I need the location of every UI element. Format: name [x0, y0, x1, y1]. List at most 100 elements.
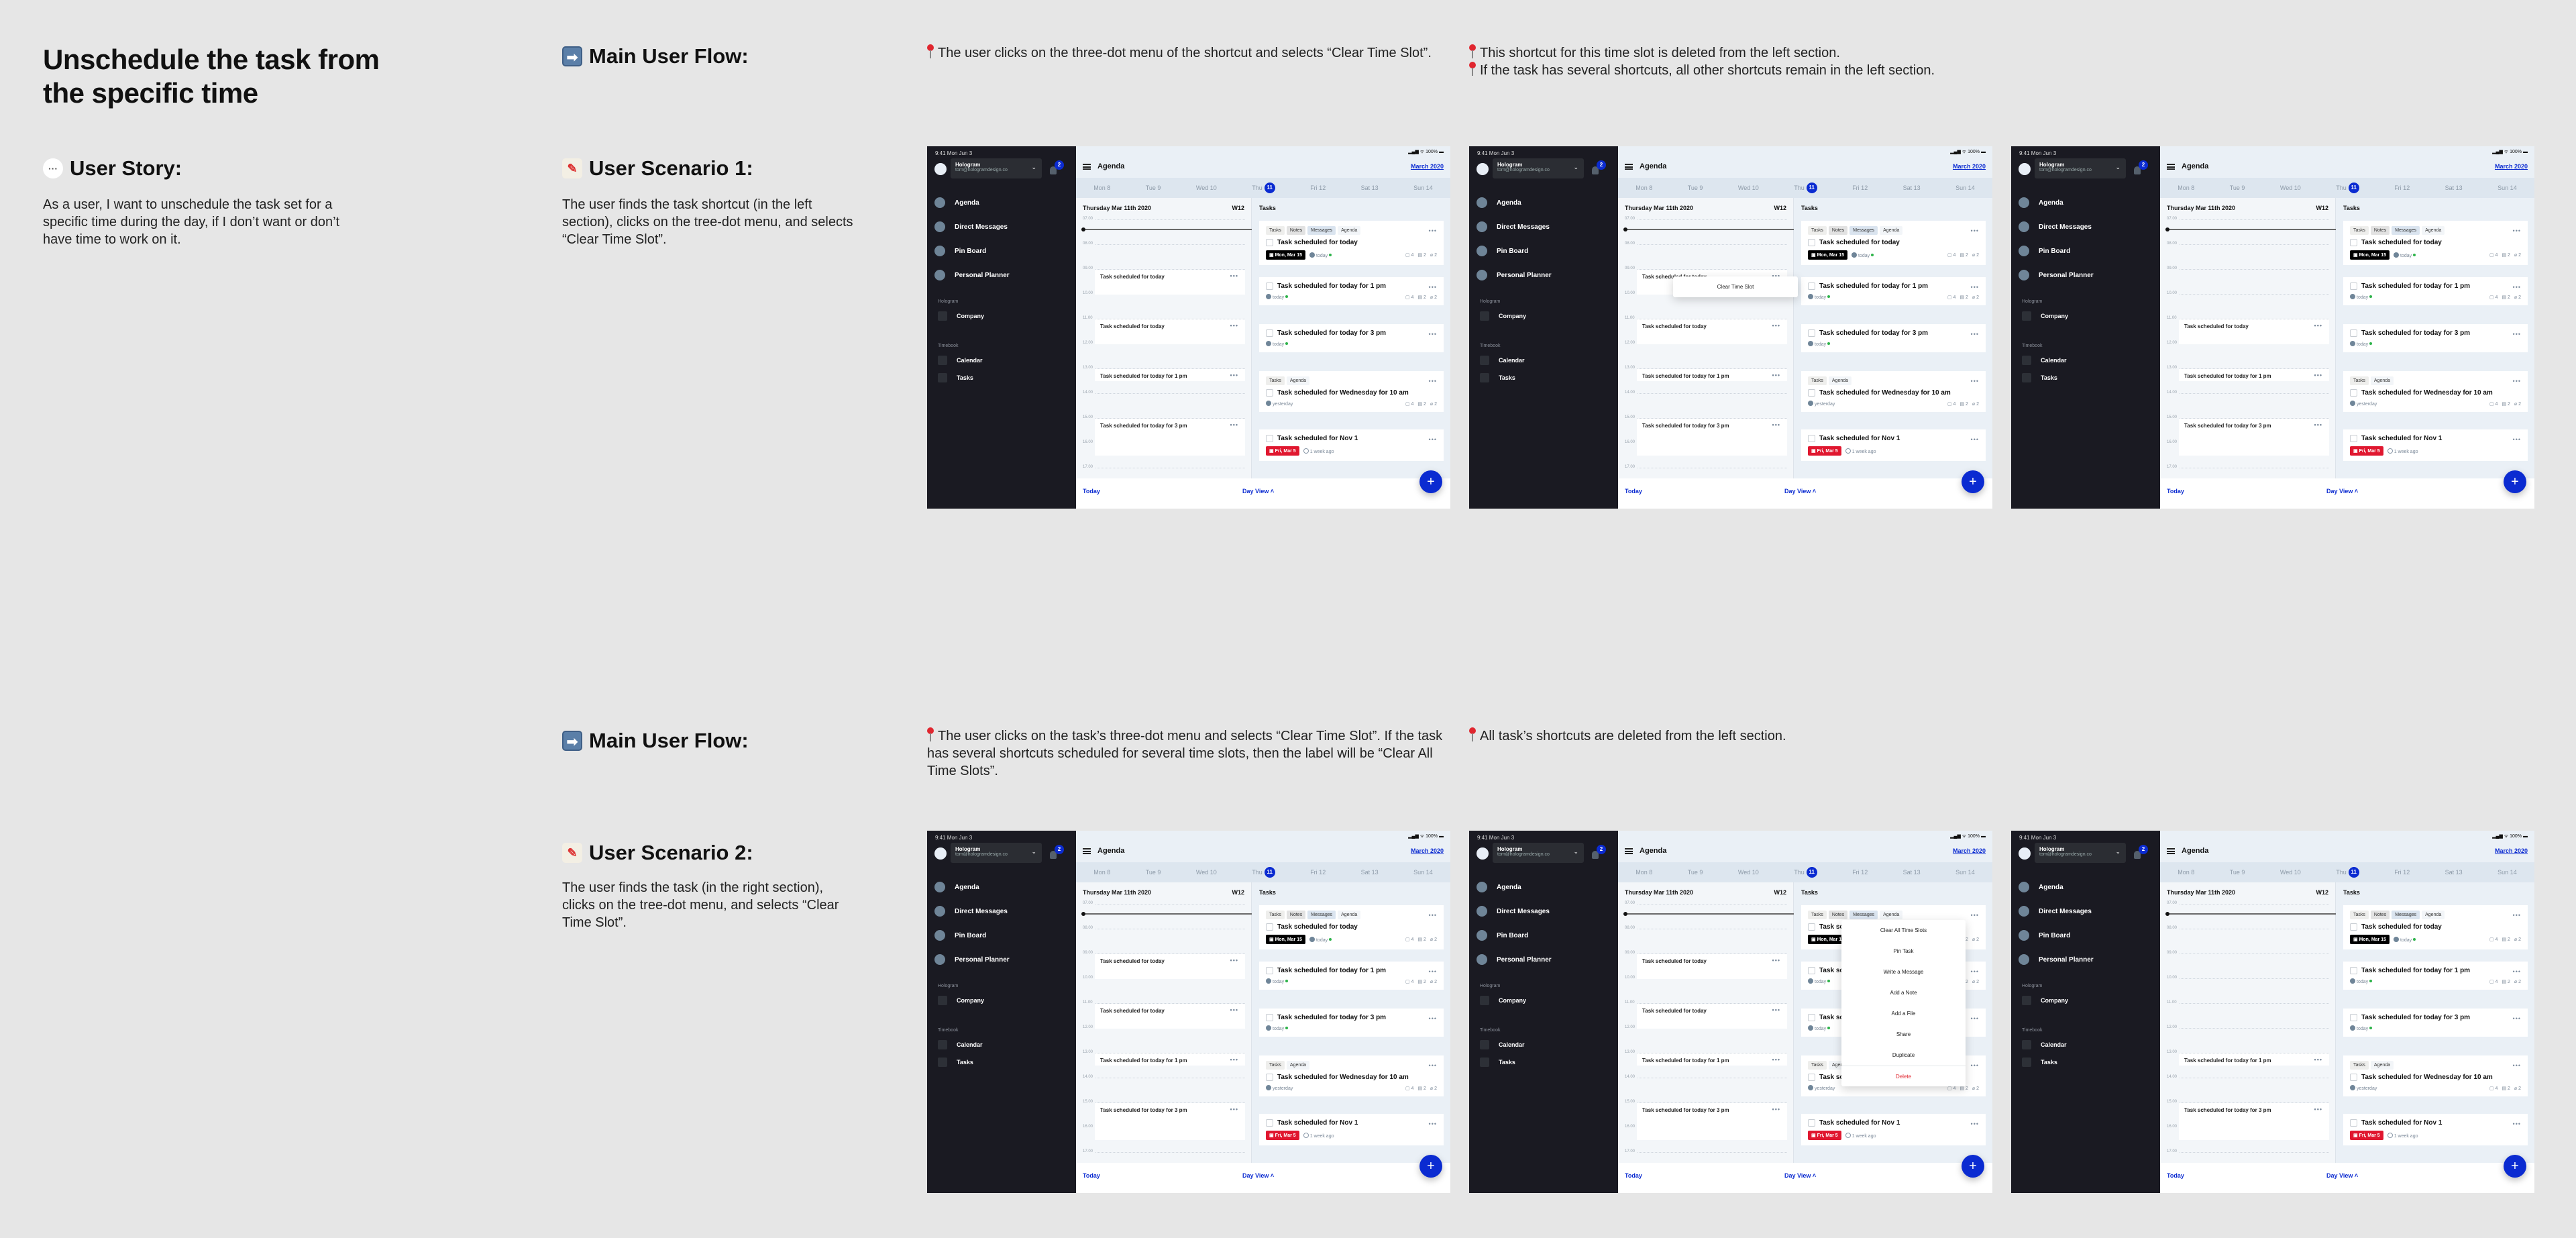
tag-chip[interactable]: Agenda	[1338, 226, 1361, 235]
sidebar-item-pin-board[interactable]: Pin Board	[934, 246, 986, 256]
more-options-icon[interactable]: •••	[2513, 1015, 2521, 1022]
day-thu-selected[interactable]: Thu 11	[1252, 867, 1275, 878]
tag-chip[interactable]: Notes	[2370, 226, 2390, 235]
task-checkbox[interactable]	[1808, 435, 1815, 442]
menu-item-clear-all-time-slots[interactable]: Clear All Time Slots	[1841, 920, 1966, 941]
task-checkbox[interactable]	[1266, 923, 1273, 931]
task-card[interactable]: Task scheduled for Nov 1 ▣ Fri, Mar 5 1 we…	[2343, 429, 2528, 461]
more-options-icon[interactable]: •••	[1772, 421, 1780, 428]
hamburger-menu-icon[interactable]	[1625, 848, 1633, 854]
time-slot-shortcut[interactable]: Task scheduled for today •••	[1637, 954, 1787, 979]
task-card[interactable]: TasksAgenda Task scheduled for Wednesday …	[1259, 1055, 1444, 1096]
day-wed[interactable]: Wed 10	[2280, 185, 2301, 191]
task-card[interactable]: TasksNotesMessagesAgenda Task scheduled f…	[2343, 221, 2528, 265]
day-fri[interactable]: Fri 12	[1310, 185, 1326, 191]
day-fri[interactable]: Fri 12	[1852, 185, 1868, 191]
day-view-toggle[interactable]: Day View ˄	[2326, 488, 2358, 495]
month-link[interactable]: March 2020	[1953, 847, 1986, 854]
task-checkbox[interactable]	[2350, 389, 2357, 397]
day-tue[interactable]: Tue 9	[2230, 869, 2245, 876]
task-card[interactable]: Task scheduled for today for 1 pm today ▢ …	[1259, 277, 1444, 305]
due-date-pill[interactable]: ▣ Fri, Mar 5	[1808, 1131, 1841, 1140]
day-view-toggle[interactable]: Day View ˄	[1242, 488, 1274, 495]
day-sun[interactable]: Sun 14	[1413, 185, 1433, 191]
sidebar-item-agenda[interactable]: Agenda	[2019, 197, 2063, 208]
sidebar-item-company[interactable]: Company	[938, 311, 984, 321]
task-checkbox[interactable]	[1808, 239, 1815, 246]
tag-chip[interactable]: Notes	[1828, 226, 1848, 235]
day-mon[interactable]: Mon 8	[1635, 185, 1652, 191]
day-view-toggle[interactable]: Day View ˄	[2326, 1172, 2358, 1179]
day-thu-selected[interactable]: Thu 11	[1794, 867, 1817, 878]
day-sat[interactable]: Sat 13	[1361, 869, 1379, 876]
more-options-icon[interactable]: •••	[2314, 421, 2322, 428]
day-sun[interactable]: Sun 14	[1413, 869, 1433, 876]
sidebar-item-agenda[interactable]: Agenda	[2019, 882, 2063, 892]
more-options-icon[interactable]: •••	[1429, 284, 1437, 291]
tag-chip[interactable]: Tasks	[2350, 376, 2369, 385]
add-button[interactable]: +	[1419, 1155, 1442, 1178]
workspace-switcher[interactable]: Hologram tom@hologramdesign.co ⌄	[1493, 843, 1584, 863]
tag-chip[interactable]: Tasks	[1808, 226, 1827, 235]
task-checkbox[interactable]	[1808, 967, 1815, 974]
day-sat[interactable]: Sat 13	[1361, 185, 1379, 191]
tag-chip[interactable]: Agenda	[2422, 226, 2445, 235]
day-sat[interactable]: Sat 13	[1903, 869, 1921, 876]
time-slot-shortcut[interactable]: Task scheduled for today for 1 pm •••	[1637, 1053, 1787, 1066]
menu-item-add-a-note[interactable]: Add a Note	[1841, 982, 1966, 1003]
task-card[interactable]: Task scheduled for today for 3 pm today ••…	[1801, 324, 1986, 352]
task-card[interactable]: TasksNotesMessagesAgenda Task scheduled f…	[1259, 905, 1444, 949]
time-slot-shortcut[interactable]: Task scheduled for today •••	[1095, 319, 1245, 344]
more-options-icon[interactable]: •••	[2513, 1121, 2521, 1127]
more-options-icon[interactable]: •••	[1971, 331, 1979, 338]
tag-chip[interactable]: Messages	[1849, 911, 1878, 919]
task-checkbox[interactable]	[1808, 1119, 1815, 1127]
more-options-icon[interactable]: •••	[2513, 1062, 2521, 1069]
task-checkbox[interactable]	[1808, 923, 1815, 931]
today-button[interactable]: Today	[1625, 1172, 1642, 1179]
tag-chip[interactable]: Messages	[1307, 226, 1336, 235]
sidebar-item-company[interactable]: Company	[2022, 311, 2068, 321]
hamburger-menu-icon[interactable]	[1625, 164, 1633, 170]
today-button[interactable]: Today	[1625, 488, 1642, 495]
sidebar-item-tasks[interactable]: Tasks	[938, 373, 973, 382]
sidebar-item-personal-planner[interactable]: Personal Planner	[934, 954, 1010, 965]
sidebar-item-agenda[interactable]: Agenda	[1477, 197, 1521, 208]
menu-item-share[interactable]: Share	[1841, 1024, 1966, 1045]
day-wed[interactable]: Wed 10	[1738, 869, 1759, 876]
sidebar-item-calendar[interactable]: Calendar	[2022, 1040, 2067, 1049]
time-slot-shortcut[interactable]: Task scheduled for today for 3 pm •••	[2179, 1103, 2329, 1140]
more-options-icon[interactable]: •••	[1971, 968, 1979, 975]
add-button[interactable]: +	[1962, 470, 1984, 493]
sidebar-item-company[interactable]: Company	[1480, 996, 1526, 1005]
task-checkbox[interactable]	[2350, 239, 2357, 246]
menu-item-pin-task[interactable]: Pin Task	[1841, 941, 1966, 962]
due-date-pill[interactable]: ▣ Mon, Mar 15	[2350, 935, 2390, 944]
day-view-toggle[interactable]: Day View ˄	[1784, 1172, 1816, 1179]
day-sun[interactable]: Sun 14	[2498, 869, 2517, 876]
menu-item-write-a-message[interactable]: Write a Message	[1841, 962, 1966, 982]
sidebar-item-direct-messages[interactable]: Direct Messages	[1477, 906, 1550, 917]
add-button[interactable]: +	[1419, 470, 1442, 493]
task-checkbox[interactable]	[1266, 967, 1273, 974]
task-card[interactable]: TasksNotesMessagesAgenda Task scheduled f…	[1259, 221, 1444, 265]
today-button[interactable]: Today	[1083, 1172, 1100, 1179]
task-checkbox[interactable]	[2350, 967, 2357, 974]
tag-chip[interactable]: Tasks	[1808, 911, 1827, 919]
sidebar-item-calendar[interactable]: Calendar	[2022, 356, 2067, 365]
today-button[interactable]: Today	[1083, 488, 1100, 495]
day-fri[interactable]: Fri 12	[1310, 869, 1326, 876]
more-options-icon[interactable]: •••	[1971, 1121, 1979, 1127]
task-checkbox[interactable]	[1266, 1014, 1273, 1021]
task-checkbox[interactable]	[2350, 923, 2357, 931]
sidebar-item-tasks[interactable]: Tasks	[1480, 1058, 1515, 1067]
day-fri[interactable]: Fri 12	[2394, 185, 2410, 191]
more-options-icon[interactable]: •••	[1429, 1121, 1437, 1127]
tag-chip[interactable]: Agenda	[1338, 911, 1361, 919]
more-options-icon[interactable]: •••	[1772, 322, 1780, 329]
sidebar-item-pin-board[interactable]: Pin Board	[2019, 930, 2070, 941]
task-card[interactable]: Task scheduled for Nov 1 ▣ Fri, Mar 5 1 we…	[1259, 429, 1444, 461]
tag-chip[interactable]: Tasks	[1266, 226, 1285, 235]
task-card[interactable]: TasksNotesMessagesAgenda Task scheduled f…	[2343, 905, 2528, 949]
more-options-icon[interactable]: •••	[2314, 1056, 2322, 1063]
